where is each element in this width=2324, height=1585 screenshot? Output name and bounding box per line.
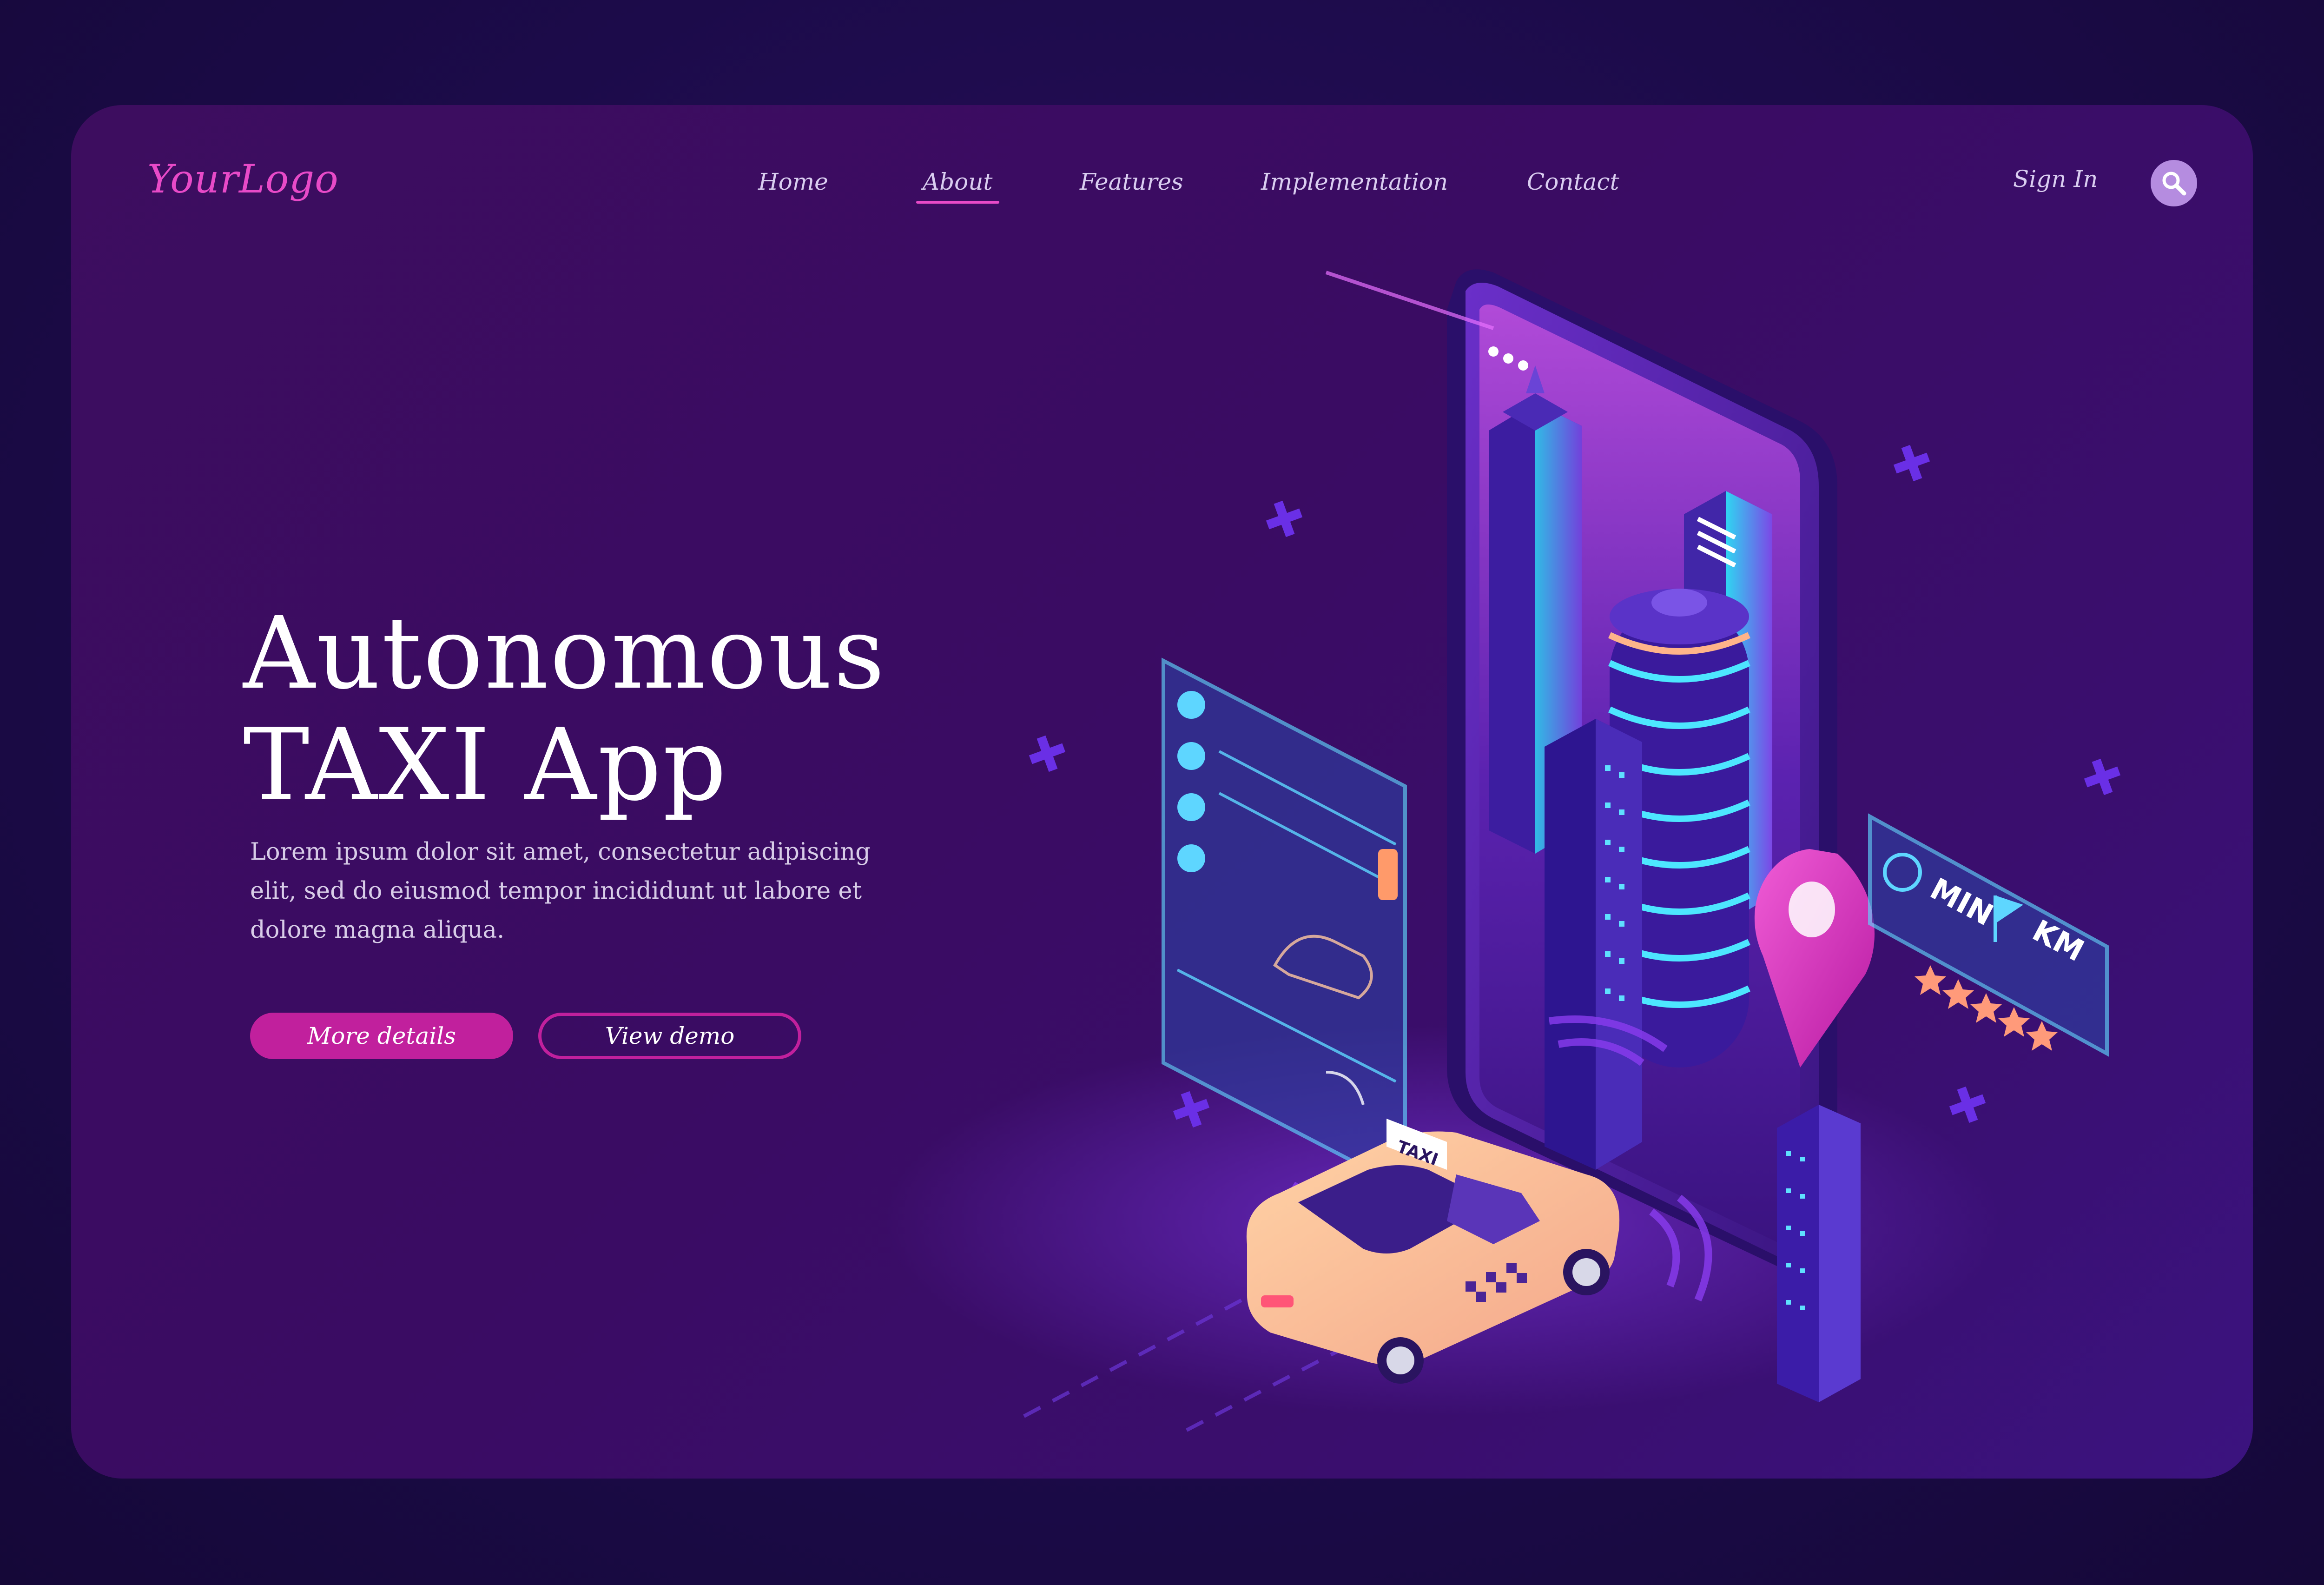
trip-info-panel: MIN KM: [1868, 813, 2109, 1057]
landing-card: YourLogo Home About Features Implementat…: [71, 105, 2253, 1479]
taxi-app-illustration: MIN KM TAXI: [885, 269, 2121, 1432]
